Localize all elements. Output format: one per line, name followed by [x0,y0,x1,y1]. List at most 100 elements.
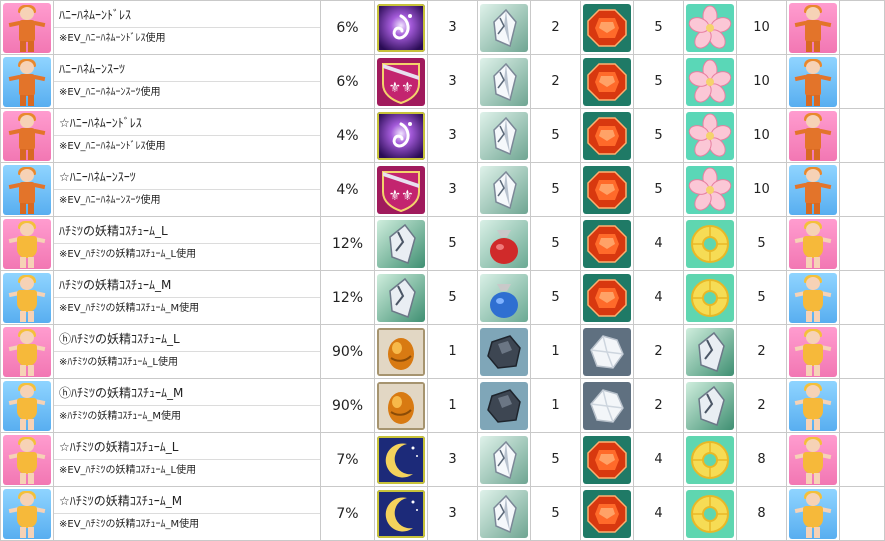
material-quantity: 3 [427,486,478,541]
silver-crystal-icon [480,165,528,214]
pink-flower-icon [686,57,734,106]
material-quantity: 5 [736,270,787,325]
success-rate: 12% [320,216,375,271]
red-gem-icon [583,3,631,52]
table-row: ☆ﾊﾆｰﾊﾈﾑｰﾝｽｰﾂ ※EV_ﾊﾆｰﾊﾈﾑｰﾝｽｰﾂ使用 4% ⚜⚜ 3 5 5 10 [0,162,885,217]
material-icon-cell [374,378,428,433]
material-icon-cell [477,162,531,217]
material-icon-cell [477,54,531,109]
character-thumbnail [789,326,837,377]
material-quantity: 2 [530,0,581,55]
costume-name-cell: ﾊﾁﾐﾂの妖精ｺｽﾁｭｰﾑ_M ※EV_ﾊﾁﾐﾂの妖精ｺｽﾁｭｰﾑ_M使用 [53,270,321,325]
material-quantity: 2 [633,378,684,433]
character-thumbnail [3,2,51,53]
material-icon-cell [580,378,634,433]
table-body: ﾊﾆｰﾊﾈﾑｰﾝﾄﾞﾚｽ ※EV_ﾊﾆｰﾊﾈﾑｰﾝﾄﾞﾚｽ使用 6% 3 2 5 10 ﾊﾆｰ… [0,0,885,541]
character-thumbnail [3,56,51,107]
material-quantity: 5 [530,486,581,541]
costume-requirement-note: ※EV_ﾊﾆｰﾊﾈﾑｰﾝﾄﾞﾚｽ使用 [59,32,166,44]
material-icon-cell [477,486,531,541]
material-icon-cell [477,378,531,433]
pineapple-ring-icon [686,435,734,484]
character-thumbnail [789,218,837,269]
green-crystal-icon [686,327,734,376]
costume-requirement-note: ※EV_ﾊﾆｰﾊﾈﾑｰﾝｽｰﾂ使用 [59,86,161,98]
purple-swirl-icon [377,3,425,52]
table-row: ☆ﾊﾁﾐﾂの妖精ｺｽﾁｭｰﾑ_M ※EV_ﾊﾁﾐﾂの妖精ｺｽﾁｭｰﾑ_M使用 7% 3… [0,486,885,541]
costume-name-cell: ﾊﾁﾐﾂの妖精ｺｽﾁｭｰﾑ_L ※EV_ﾊﾁﾐﾂの妖精ｺｽﾁｭｰﾑ_L使用 [53,216,321,271]
dark-ore-icon [480,381,528,430]
material-quantity: 5 [427,216,478,271]
spacer-cell [839,0,885,55]
costume-name: ⓗﾊﾁﾐﾂの妖精ｺｽﾁｭｰﾑ_M [54,380,320,406]
red-gem-icon [583,165,631,214]
pink-flower-icon [686,3,734,52]
material-quantity: 5 [633,108,684,163]
costume-name: ☆ﾊﾆｰﾊﾈﾑｰﾝｽｰﾂ [54,164,320,190]
costume-name-cell: ⓗﾊﾁﾐﾂの妖精ｺｽﾁｭｰﾑ_L ※ﾊﾁﾐﾂの妖精ｺｽﾁｭｰﾑ_L使用 [53,324,321,379]
material-icon-cell [683,0,737,55]
dark-ore-icon [480,327,528,376]
material-icon-cell [683,216,737,271]
red-gem-icon [583,219,631,268]
character-thumbnail [3,434,51,485]
material-quantity: 1 [427,324,478,379]
silver-crystal-icon [480,3,528,52]
success-rate: 12% [320,270,375,325]
costume-requirement-note: ※EV_ﾊﾆｰﾊﾈﾑｰﾝｽｰﾂ使用 [59,194,161,206]
green-crystal-icon [377,219,425,268]
success-rate: 4% [320,162,375,217]
costume-name-cell: ☆ﾊﾆｰﾊﾈﾑｰﾝﾄﾞﾚｽ ※EV_ﾊﾆｰﾊﾈﾑｰﾝﾄﾞﾚｽ使用 [53,108,321,163]
material-icon-cell [374,0,428,55]
material-icon-cell [477,108,531,163]
spacer-cell [839,108,885,163]
character-thumbnail [789,56,837,107]
material-quantity: 4 [633,270,684,325]
material-icon-cell [683,378,737,433]
character-thumbnail [789,488,837,539]
silver-crystal-icon [480,111,528,160]
costume-preview-cell [0,54,54,109]
green-crystal-icon [377,273,425,322]
result-preview-cell [786,432,840,487]
material-icon-cell [580,108,634,163]
character-thumbnail [3,380,51,431]
red-gem-icon [583,435,631,484]
costume-name: ﾊﾆｰﾊﾈﾑｰﾝｽｰﾂ [54,56,320,82]
material-quantity: 4 [633,216,684,271]
pink-flower-icon [686,111,734,160]
success-rate: 7% [320,432,375,487]
purple-swirl-icon [377,111,425,160]
result-preview-cell [786,0,840,55]
material-icon-cell [683,270,737,325]
material-icon-cell: ⚜⚜ [374,162,428,217]
costume-name-cell: ﾊﾆｰﾊﾈﾑｰﾝﾄﾞﾚｽ ※EV_ﾊﾆｰﾊﾈﾑｰﾝﾄﾞﾚｽ使用 [53,0,321,55]
spacer-cell [839,378,885,433]
crescent-moon-icon [377,489,425,538]
material-quantity: 5 [633,0,684,55]
spacer-cell [839,162,885,217]
material-quantity: 10 [736,162,787,217]
svg-text:⚜⚜: ⚜⚜ [388,80,413,96]
material-quantity: 8 [736,432,787,487]
material-quantity: 10 [736,108,787,163]
costume-name-cell: ☆ﾊﾆｰﾊﾈﾑｰﾝｽｰﾂ ※EV_ﾊﾆｰﾊﾈﾑｰﾝｽｰﾂ使用 [53,162,321,217]
material-quantity: 3 [427,108,478,163]
red-gem-icon [583,111,631,160]
costume-requirement-note: ※EV_ﾊﾁﾐﾂの妖精ｺｽﾁｭｰﾑ_M使用 [59,302,200,314]
material-icon-cell [580,162,634,217]
material-icon-cell [683,54,737,109]
costume-preview-cell [0,162,54,217]
costume-name: ☆ﾊﾁﾐﾂの妖精ｺｽﾁｭｰﾑ_M [54,488,320,514]
material-icon-cell [580,216,634,271]
material-quantity: 5 [427,270,478,325]
material-icon-cell [374,270,428,325]
table-row: ☆ﾊﾆｰﾊﾈﾑｰﾝﾄﾞﾚｽ ※EV_ﾊﾆｰﾊﾈﾑｰﾝﾄﾞﾚｽ使用 4% 3 5 5 10 [0,108,885,163]
blue-pouch-icon [480,273,528,322]
material-quantity: 2 [633,324,684,379]
material-quantity: 5 [530,162,581,217]
material-quantity: 1 [530,324,581,379]
material-quantity: 3 [427,432,478,487]
material-quantity: 2 [736,378,787,433]
result-preview-cell [786,216,840,271]
